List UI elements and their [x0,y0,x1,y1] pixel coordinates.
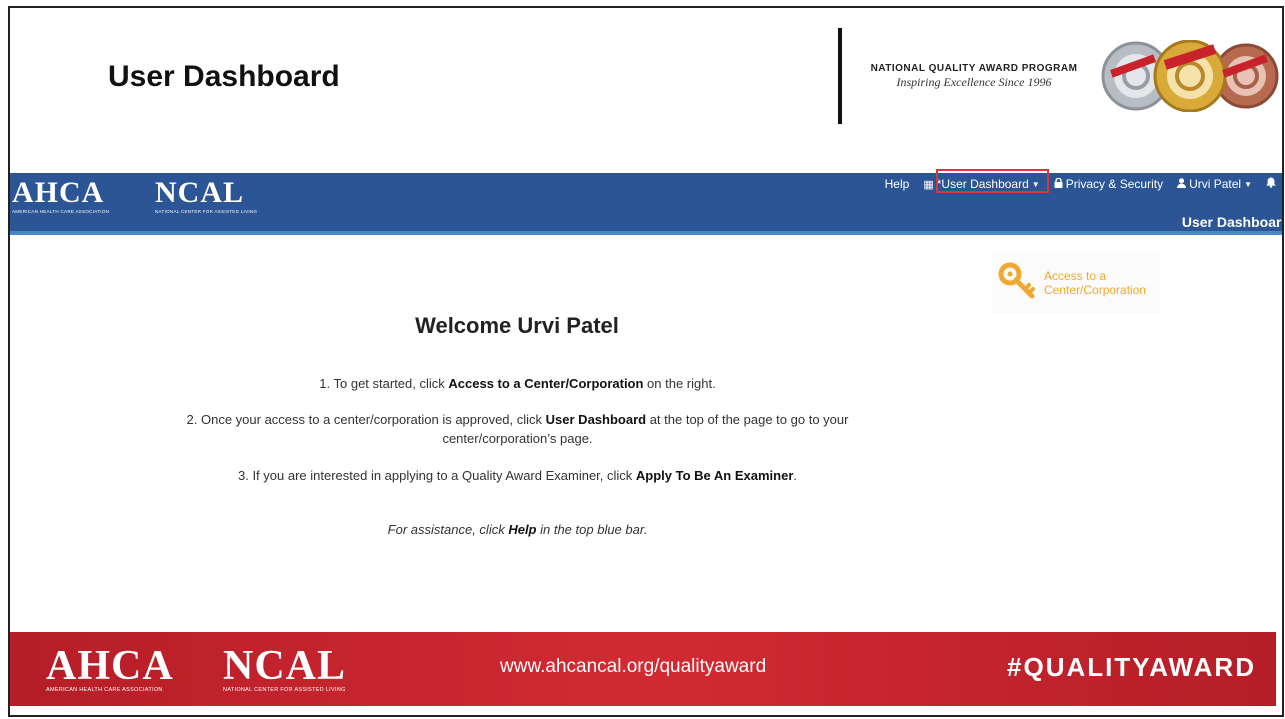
top-nav-links: Help ▦ *User Dashboard ▼ Privacy & Secur… [885,173,1282,195]
nav-user-menu[interactable]: Urvi Patel ▼ [1177,177,1252,191]
banner-ncal-text: NCAL [223,643,347,689]
ncal-logo[interactable]: NCAL NATIONAL CENTER FOR ASSISTED LIVING [155,176,258,215]
nav-privacy-link[interactable]: Privacy & Security [1054,177,1163,191]
assist-text: For assistance, click [387,522,509,537]
banner-ncal-subtitle: NATIONAL CENTER FOR ASSISTED LIVING [223,687,346,693]
nav-help-link[interactable]: Help [885,177,910,191]
lock-icon [1054,177,1063,191]
ncal-logo-text: NCAL [155,176,245,209]
bell-icon [1266,177,1276,191]
access-center-corporation-card[interactable]: Access to a Center/Corporation [992,252,1160,314]
ahca-logo[interactable]: AHCA AMERICAN HEALTH CARE ASSOCIATION [12,176,110,215]
step-1-emphasis: Access to a Center/Corporation [448,376,644,391]
step-1-text: 1. To get started, click [319,376,449,391]
access-card-line2: Center/Corporation [1044,283,1147,297]
user-icon [1177,177,1187,191]
access-card-label: Access to a Center/Corporation [1044,269,1146,297]
current-page-label: User Dashboard [1181,214,1284,230]
assistance-note: For assistance, click Help in the top bl… [150,520,885,539]
award-medals-logo [1101,40,1279,112]
nav-user-dashboard-label: *User Dashboard [936,177,1029,191]
site-nav-bar: AHCA AMERICAN HEALTH CARE ASSOCIATION NC… [10,173,1284,235]
banner-ahca-text: AHCA [46,643,174,689]
nav-privacy-label: Privacy & Security [1065,177,1164,191]
step-3-emphasis: Apply To Be An Examiner [635,468,794,483]
ncal-logo-subtitle: NATIONAL CENTER FOR ASSISTED LIVING [155,209,258,214]
banner-ncal-logo: NCAL NATIONAL CENTER FOR ASSISTED LIVING [223,643,347,693]
nav-help-label: Help [884,177,910,191]
header-divider [838,28,842,124]
banner-ahca-subtitle: AMERICAN HEALTH CARE ASSOCIATION [46,687,163,693]
assist-text-end: in the top blue bar. [536,522,648,537]
notifications-button[interactable] [1266,177,1276,191]
program-title: NATIONAL QUALITY AWARD PROGRAM [870,63,1078,74]
banner-hashtag: #QUALITYAWARD [1007,652,1256,682]
welcome-heading: Welcome Urvi Patel [415,313,619,338]
step-1-text-end: on the right. [643,376,716,391]
step-2-emphasis: User Dashboard [545,412,647,427]
nav-user-dashboard-menu[interactable]: ▦ *User Dashboard ▼ [923,177,1039,191]
bottom-banner: AHCA AMERICAN HEALTH CARE ASSOCIATION NC… [10,632,1276,706]
slide-title: User Dashboard [108,60,340,93]
access-card-line1: Access to a [1044,269,1107,283]
step-3-text: 3. If you are interested in applying to … [237,468,636,483]
step-3-text-end: . [793,468,798,483]
building-icon: ▦ [923,178,934,191]
program-tagline: Inspiring Excellence Since 1996 [896,75,1052,89]
nav-user-label: Urvi Patel [1189,177,1242,191]
slide-frame: User Dashboard NATIONAL QUALITY AWARD PR… [8,6,1284,717]
banner-ahca-logo: AHCA AMERICAN HEALTH CARE ASSOCIATION [46,643,174,693]
program-branding: NATIONAL QUALITY AWARD PROGRAM Inspiring… [859,63,1089,90]
chevron-down-icon: ▼ [1244,179,1252,189]
instruction-step-3: 3. If you are interested in applying to … [150,466,885,485]
instruction-step-1: 1. To get started, click Access to a Cen… [150,374,885,393]
ahca-logo-text: AHCA [12,176,105,209]
assist-emphasis: Help [508,522,537,537]
key-icon [998,262,1036,305]
banner-url: www.ahcancal.org/qualityaward [500,656,767,677]
ahca-logo-subtitle: AMERICAN HEALTH CARE ASSOCIATION [12,209,110,214]
instruction-step-2: 2. Once your access to a center/corporat… [150,410,885,448]
chevron-down-icon: ▼ [1031,179,1040,189]
step-2-text: 2. Once your access to a center/corporat… [186,412,546,427]
